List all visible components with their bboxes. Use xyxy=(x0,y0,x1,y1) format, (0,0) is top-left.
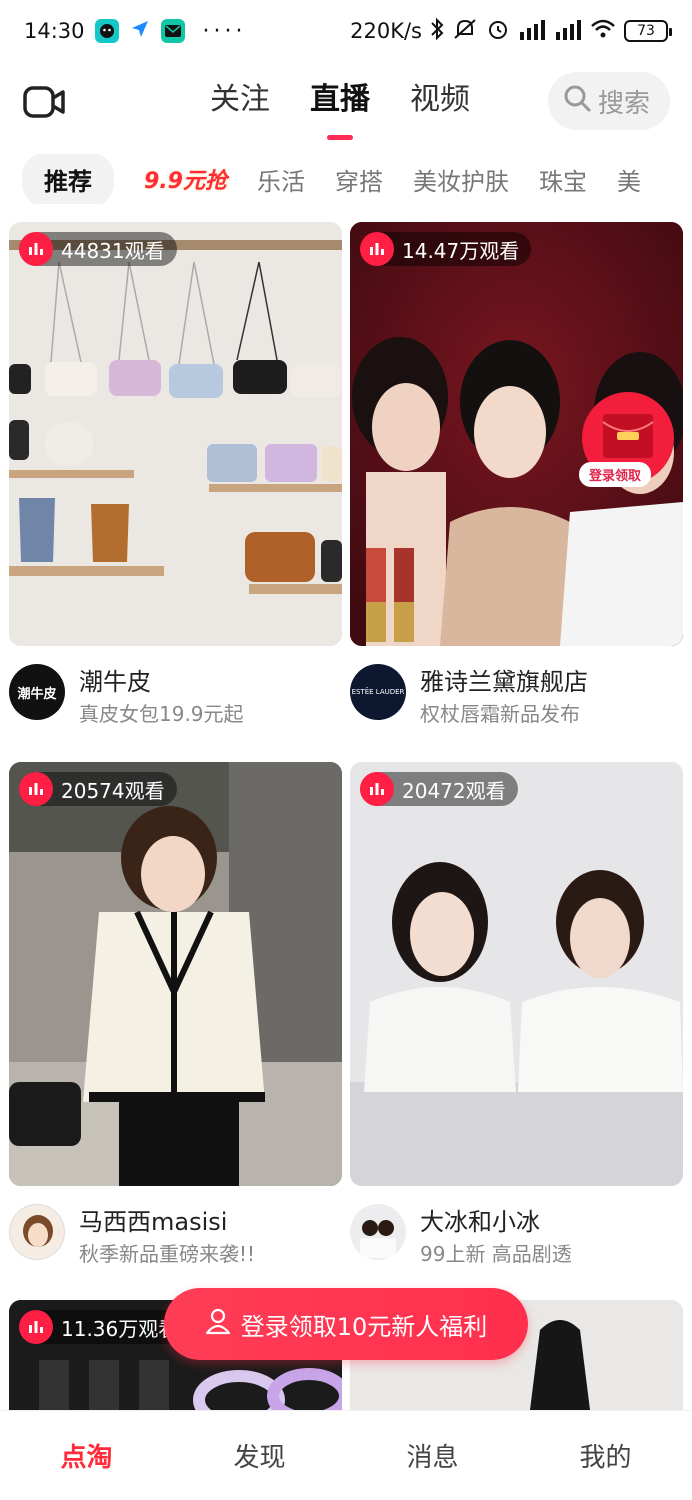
tab-live[interactable]: 直播 xyxy=(310,72,370,140)
avatar-illustration xyxy=(360,1220,396,1258)
active-tab-indicator xyxy=(327,135,353,140)
shop-subtitle: 秋季新品重磅来袭!! xyxy=(79,1242,256,1266)
shop-name[interactable]: 雅诗兰黛旗舰店 xyxy=(420,662,588,697)
more-notifications-icon: ···· xyxy=(202,18,247,44)
category-jewelry[interactable]: 珠宝 xyxy=(539,162,587,197)
shop-name[interactable]: 大冰和小冰 xyxy=(420,1202,540,1237)
live-icon xyxy=(360,772,394,806)
video-camera-icon[interactable] xyxy=(22,82,66,122)
live-card[interactable]: 20574观看 马西西masisi 秋季新品重磅来袭!! xyxy=(9,762,342,1298)
nav-diantao[interactable]: 点淘 xyxy=(0,1437,173,1474)
category-promo[interactable]: 9.9元抢 xyxy=(144,163,227,195)
shop-subtitle: 权杖唇霜新品发布 xyxy=(420,702,580,726)
nav-messages[interactable]: 消息 xyxy=(346,1437,519,1474)
live-icon xyxy=(19,232,53,266)
avatar-logo-text: 潮牛皮 xyxy=(17,686,57,702)
alarm-icon xyxy=(486,17,510,46)
live-cover-image[interactable]: 登录领取 14.47万观看 xyxy=(350,222,683,646)
mail-notification-icon xyxy=(160,19,185,43)
category-fashion[interactable]: 穿搭 xyxy=(335,162,383,197)
tab-video[interactable]: 视频 xyxy=(410,72,470,132)
signal-icon-2 xyxy=(554,18,582,45)
red-envelope-reward[interactable]: 登录领取 xyxy=(573,392,683,502)
app-notification-icon xyxy=(94,19,119,43)
network-speed: 220K/s xyxy=(350,19,422,43)
live-icon xyxy=(19,772,53,806)
category-beauty[interactable]: 美妆护肤 xyxy=(413,162,509,197)
live-cover-image[interactable]: 44831观看 xyxy=(9,222,342,646)
search-icon xyxy=(562,83,592,120)
viewer-count-badge: 14.47万观看 xyxy=(360,232,532,266)
viewer-count: 14.47万观看 xyxy=(402,238,520,263)
status-time: 14:30 xyxy=(24,19,85,43)
viewer-count-badge: 20574观看 xyxy=(19,772,177,806)
shop-avatar[interactable]: 潮牛皮 xyxy=(9,664,65,720)
live-icon xyxy=(360,232,394,266)
shop-avatar[interactable] xyxy=(9,1204,65,1260)
shop-avatar[interactable]: ESTĒE LAUDER xyxy=(350,664,406,720)
live-card[interactable]: 登录领取 14.47万观看 ESTĒE LAUDER 雅诗兰黛旗舰店 权杖唇霜新… xyxy=(350,222,683,758)
category-lifestyle[interactable]: 乐活 xyxy=(257,162,305,197)
bottom-navigation: 点淘 发现 消息 我的 xyxy=(0,1410,692,1500)
category-strip: 推荐 9.9元抢 乐活 穿搭 美妆护肤 珠宝 美 xyxy=(22,154,692,204)
mute-icon xyxy=(452,17,478,46)
signal-icon-1 xyxy=(518,18,546,45)
viewer-count: 44831观看 xyxy=(61,238,165,263)
nav-profile[interactable]: 我的 xyxy=(519,1437,692,1474)
shop-avatar[interactable] xyxy=(350,1204,406,1260)
envelope-label: 登录领取 xyxy=(579,462,652,487)
live-cover-image[interactable]: 20574观看 xyxy=(9,762,342,1186)
avatar-logo-text: ESTĒE LAUDER xyxy=(351,688,405,696)
nav-discover[interactable]: 发现 xyxy=(173,1437,346,1474)
shop-subtitle: 99上新 高品剧透 xyxy=(420,1242,572,1266)
shop-subtitle: 真皮女包19.9元起 xyxy=(79,702,244,726)
live-card[interactable]: 20472观看 大冰和小冰 99上新 高品剧透 xyxy=(350,762,683,1298)
top-header: 关注 直播 视频 搜索 xyxy=(0,62,692,142)
user-icon xyxy=(205,1307,231,1341)
viewer-count: 11.36万观看 xyxy=(61,1316,179,1341)
card-info: ESTĒE LAUDER 雅诗兰黛旗舰店 权杖唇霜新品发布 xyxy=(350,658,683,758)
category-recommend[interactable]: 推荐 xyxy=(22,154,114,204)
search-label: 搜索 xyxy=(598,88,651,119)
viewer-count: 20472观看 xyxy=(402,778,506,803)
tab-follow[interactable]: 关注 xyxy=(210,72,270,132)
login-banner-label: 登录领取10元新人福利 xyxy=(240,1312,488,1341)
new-user-login-banner[interactable]: 登录领取10元新人福利 xyxy=(164,1288,528,1360)
bluetooth-icon xyxy=(430,17,444,46)
send-icon xyxy=(129,18,151,45)
live-icon xyxy=(19,1310,53,1344)
status-bar: 14:30 ···· 220K/s 73 xyxy=(0,0,692,62)
handbag-display-illustration xyxy=(9,222,342,646)
card-info: 潮牛皮 潮牛皮 真皮女包19.9元起 xyxy=(9,658,342,758)
viewer-count: 20574观看 xyxy=(61,778,165,803)
battery-icon: 73 xyxy=(624,20,672,42)
card-info: 大冰和小冰 99上新 高品剧透 xyxy=(350,1198,683,1298)
viewer-count-badge: 20472观看 xyxy=(360,772,518,806)
wifi-icon xyxy=(590,18,616,45)
two-models-illustration xyxy=(350,762,683,1186)
avatar-illustration xyxy=(23,1215,53,1247)
card-info: 马西西masisi 秋季新品重磅来袭!! xyxy=(9,1198,342,1298)
top-tabs: 关注 直播 视频 xyxy=(210,72,470,140)
shop-name[interactable]: 潮牛皮 xyxy=(79,662,151,697)
live-cover-image[interactable]: 20472观看 xyxy=(350,762,683,1186)
search-button[interactable]: 搜索 xyxy=(548,72,670,130)
fashion-model-illustration xyxy=(9,762,342,1186)
category-more[interactable]: 美 xyxy=(617,162,641,197)
live-card[interactable]: 44831观看 潮牛皮 潮牛皮 真皮女包19.9元起 xyxy=(9,222,342,758)
shop-name[interactable]: 马西西masisi xyxy=(79,1202,227,1237)
viewer-count-badge: 44831观看 xyxy=(19,232,177,266)
